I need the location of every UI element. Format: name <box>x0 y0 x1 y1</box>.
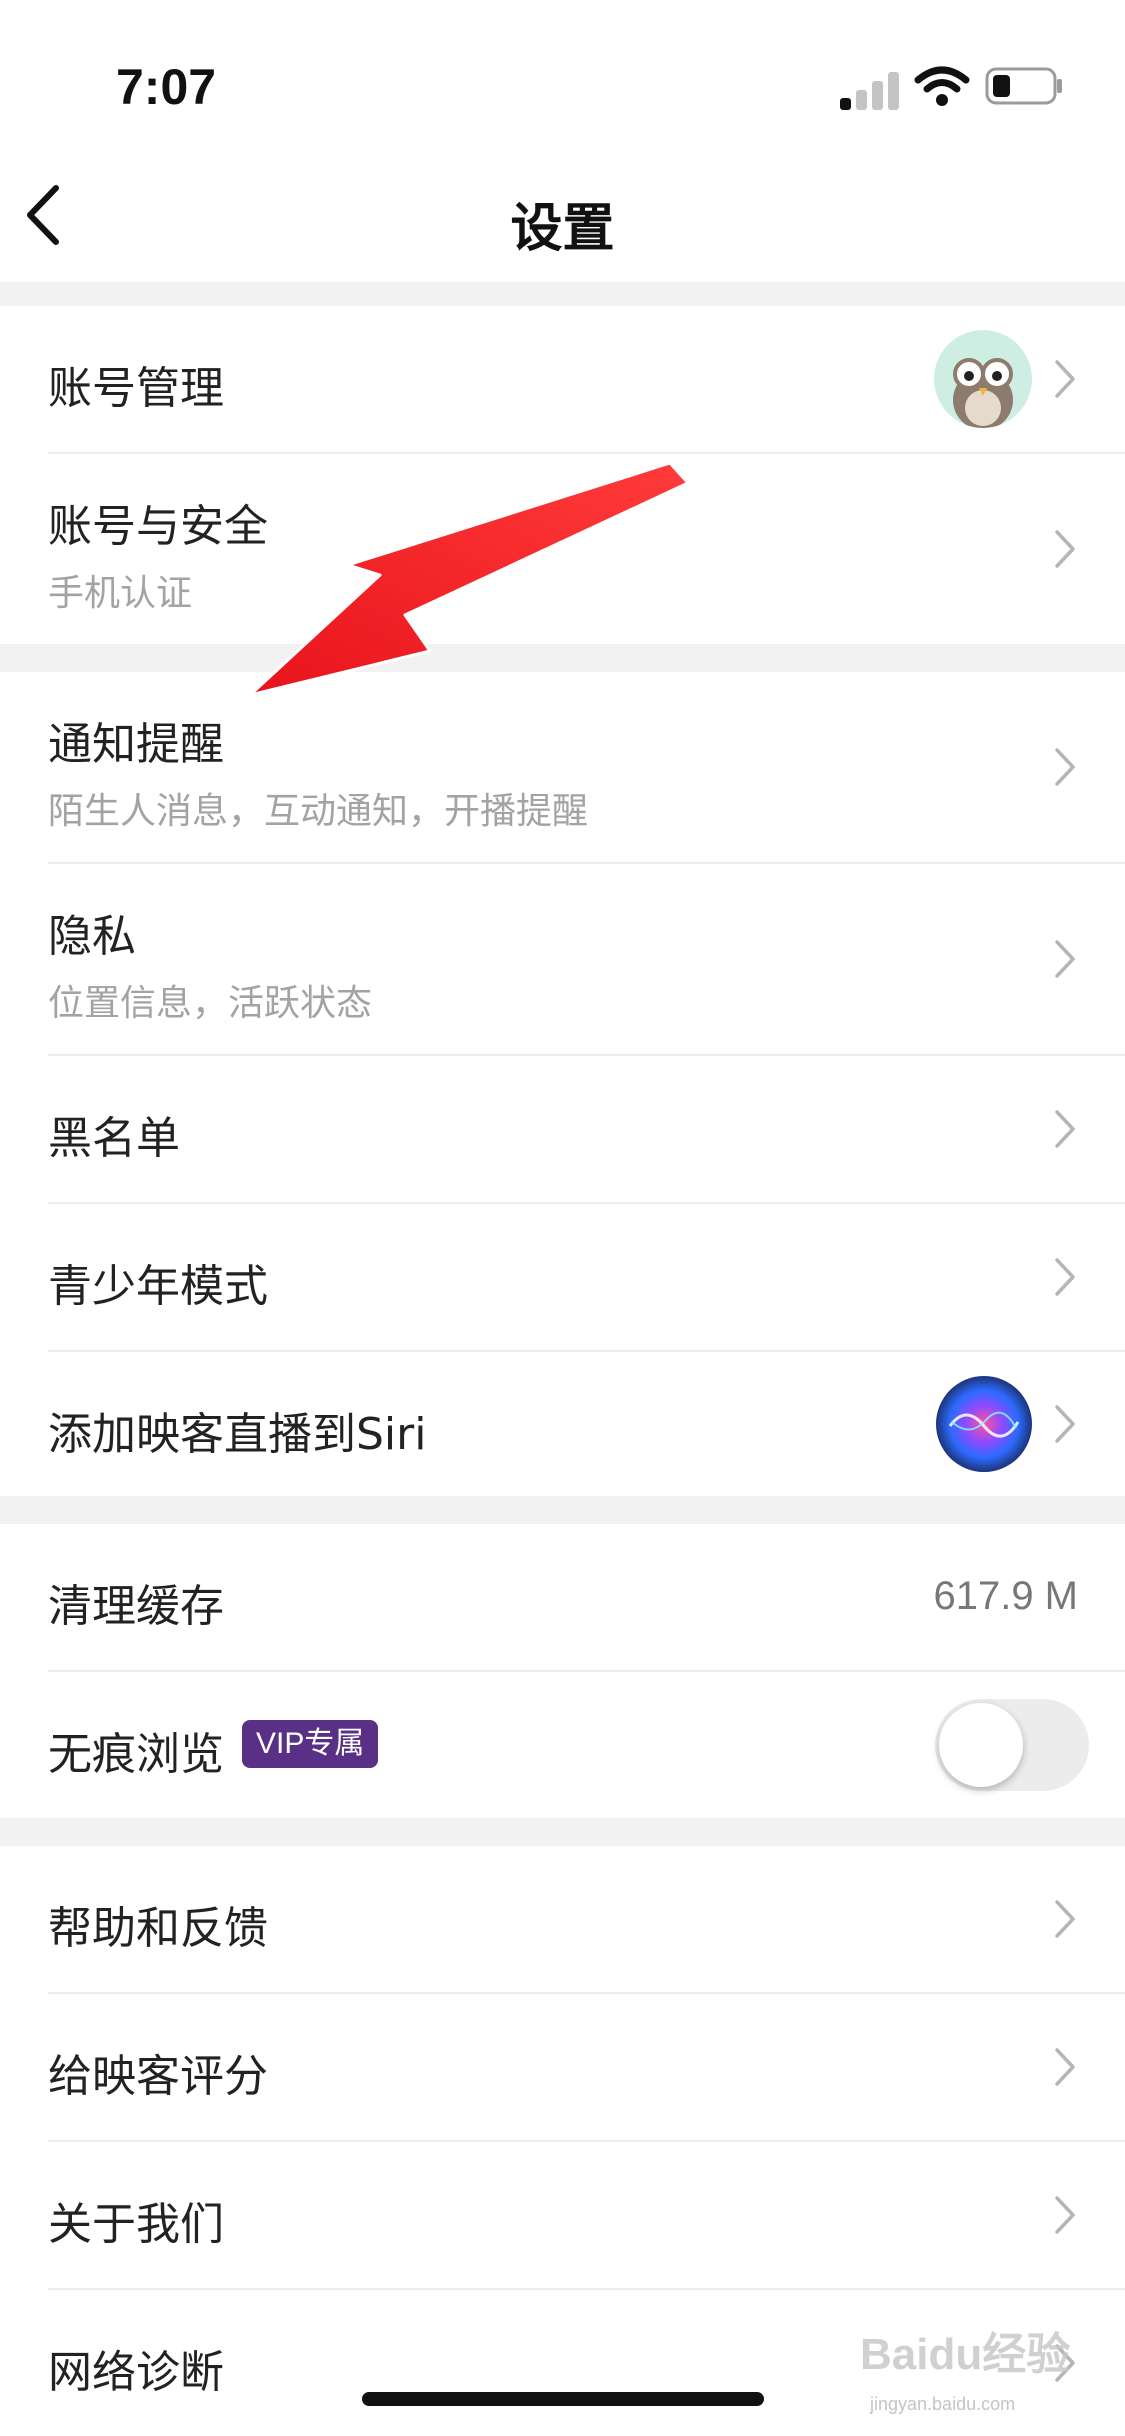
about-label: 关于我们 <box>48 2199 224 2250</box>
clear-cache-row[interactable]: 清理缓存 617.9 M <box>0 1524 1125 1670</box>
chevron-right-icon <box>1055 1405 1075 1443</box>
blacklist-row[interactable]: 黑名单 <box>0 1056 1125 1202</box>
notifications-row[interactable]: 通知提醒 陌生人消息，互动通知，开播提醒 <box>0 672 1125 862</box>
chevron-right-icon <box>1055 2048 1075 2086</box>
help-row[interactable]: 帮助和反馈 <box>0 1846 1125 1992</box>
chevron-right-icon <box>1055 360 1075 398</box>
privacy-subtitle: 位置信息，活跃状态 <box>48 983 373 1024</box>
general-group: 通知提醒 陌生人消息，互动通知，开播提醒 隐私 位置信息，活跃状态 黑名单 青少… <box>0 672 1125 1496</box>
teen-mode-label: 青少年模式 <box>48 1261 268 1312</box>
notifications-label: 通知提醒 <box>48 719 224 770</box>
account-manage-row[interactable]: 账号管理 <box>0 306 1125 452</box>
baidu-watermark-url: jingyan.baidu.com <box>870 2394 1016 2414</box>
status-time: 7:07 <box>116 59 217 115</box>
notifications-subtitle: 陌生人消息，互动通知，开播提醒 <box>48 791 589 832</box>
status-bar: 7:07 <box>0 0 1125 150</box>
account-group: 账号管理 账号与安全 手机认证 <box>0 306 1125 644</box>
chevron-right-icon <box>1055 1110 1075 1148</box>
page-title: 设置 <box>510 199 615 259</box>
network-diagnosis-label: 网络诊断 <box>48 2347 224 2398</box>
account-manage-label: 账号管理 <box>48 363 224 414</box>
privacy-row[interactable]: 隐私 位置信息，活跃状态 <box>0 864 1125 1054</box>
account-security-subtitle: 手机认证 <box>48 573 193 614</box>
rate-label: 给映客评分 <box>48 2051 268 2102</box>
home-indicator <box>362 2392 764 2406</box>
cache-size-value: 617.9 M <box>933 1574 1078 1618</box>
siri-icon <box>936 1376 1032 1472</box>
privacy-label: 隐私 <box>48 911 136 962</box>
account-security-row[interactable]: 账号与安全 手机认证 <box>0 454 1125 644</box>
about-row[interactable]: 关于我们 <box>0 2142 1125 2288</box>
clear-cache-label: 清理缓存 <box>48 1581 224 1632</box>
chevron-right-icon <box>1055 1258 1075 1296</box>
cellular-signal-icon <box>840 68 900 110</box>
owl-avatar-icon <box>934 330 1032 428</box>
baidu-watermark: Baidu经验 <box>860 2330 1071 2379</box>
battery-icon <box>985 67 1062 105</box>
chevron-right-icon <box>1055 1900 1075 1938</box>
wifi-icon <box>914 66 970 106</box>
incognito-toggle[interactable] <box>935 1699 1089 1791</box>
siri-label: 添加映客直播到Siri <box>48 1409 427 1460</box>
help-label: 帮助和反馈 <box>48 1903 268 1954</box>
storage-group: 清理缓存 617.9 M 无痕浏览 VIP专属 <box>0 1524 1125 1818</box>
rate-row[interactable]: 给映客评分 <box>0 1994 1125 2140</box>
blacklist-label: 黑名单 <box>48 1113 180 1164</box>
account-security-label: 账号与安全 <box>48 501 268 552</box>
incognito-label: 无痕浏览 <box>48 1729 224 1780</box>
chevron-right-icon <box>1055 748 1075 786</box>
toggle-knob <box>939 1703 1023 1787</box>
teen-mode-row[interactable]: 青少年模式 <box>0 1204 1125 1350</box>
vip-badge: VIP专属 <box>242 1720 379 1768</box>
incognito-row: 无痕浏览 VIP专属 <box>0 1672 1125 1818</box>
chevron-right-icon <box>1055 940 1075 978</box>
chevron-right-icon <box>1055 2196 1075 2234</box>
siri-row[interactable]: 添加映客直播到Siri <box>0 1352 1125 1496</box>
navigation-bar: 设置 <box>0 150 1125 282</box>
chevron-right-icon <box>1055 530 1075 568</box>
